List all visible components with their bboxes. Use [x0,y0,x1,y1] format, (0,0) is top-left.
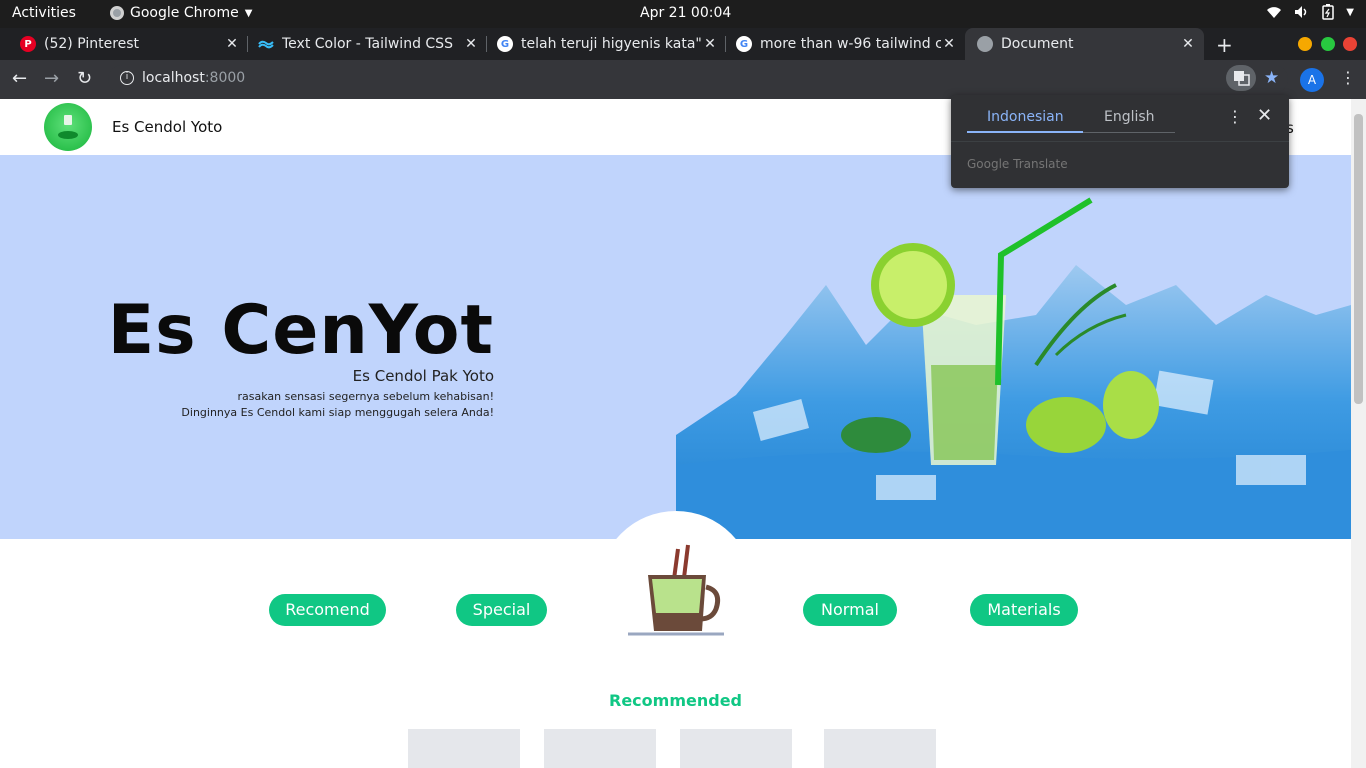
app-menu[interactable]: Google Chrome ▼ [110,5,252,21]
minimize-button[interactable] [1298,37,1312,51]
tab-document[interactable]: Document ✕ [965,28,1204,60]
product-card[interactable] [408,729,520,768]
clock[interactable]: Apr 21 00:04 [640,5,731,21]
chrome-menu-icon[interactable]: ⋮ [1340,68,1356,87]
tab-title: more than w-96 tailwind c [760,36,941,52]
web-page: Es Cendol Yoto s Es CenYot Es Cendol Pak… [0,99,1351,768]
back-icon[interactable]: ← [12,68,27,89]
close-icon[interactable]: ✕ [1180,36,1196,52]
globe-icon [977,36,993,52]
tab-strip: P (52) Pinterest ✕ Text Color - Tailwind… [0,28,1366,60]
tab-title: (52) Pinterest [44,36,140,52]
cendol-cup-icon [628,544,724,636]
active-tab-indicator [967,131,1083,133]
pinterest-icon: P [20,36,36,52]
tab-title: Text Color - Tailwind CSS [282,36,453,52]
recommended-heading: Recommended [609,691,742,710]
tab-title: Document [1001,36,1074,52]
url-host: localhost [142,70,205,86]
battery-icon [1322,4,1335,20]
translate-credit: Google Translate [967,157,1068,171]
bookmark-star-icon[interactable]: ★ [1264,68,1279,88]
scrollbar-thumb[interactable] [1354,114,1363,404]
more-options-icon[interactable]: ⋮ [1227,107,1243,126]
tab-google-search-2[interactable]: G more than w-96 tailwind c ✕ [716,28,965,60]
os-top-bar: Activities Google Chrome ▼ Apr 21 00:04 … [0,0,1366,28]
google-icon: G [736,36,752,52]
forward-icon[interactable]: → [44,68,59,89]
hero-subtitle: Es Cendol Pak Yoto [352,367,494,385]
site-brand[interactable]: Es Cendol Yoto [112,118,222,136]
hero-title: Es CenYot [107,291,494,370]
materials-button[interactable]: Materials [970,594,1078,626]
caret-down-icon: ▼ [1346,6,1354,18]
normal-button[interactable]: Normal [803,594,897,626]
system-tray[interactable]: ▼ [1266,4,1354,20]
translate-popup: Indonesian English ⋮ ✕ Google Translate [951,95,1289,188]
activities-button[interactable]: Activities [12,5,76,21]
url-port: :8000 [204,70,246,86]
reload-icon[interactable]: ↻ [77,68,92,89]
close-window-button[interactable] [1343,37,1357,51]
google-icon: G [497,36,513,52]
app-name: Google Chrome [130,5,239,21]
caret-down-icon: ▼ [244,7,253,19]
tab-divider [1083,132,1175,133]
address-bar[interactable]: i localhost:8000 [108,65,1288,93]
tab-title: telah teruji higyenis kata" [521,36,702,52]
profile-avatar[interactable]: A [1300,68,1324,92]
language-tab-source[interactable]: Indonesian [987,109,1064,125]
hero-image [676,155,1351,539]
translate-icon[interactable] [1226,65,1256,91]
chrome-icon [110,6,124,20]
maximize-button[interactable] [1321,37,1335,51]
product-card[interactable] [680,729,792,768]
recomend-button[interactable]: Recomend [269,594,386,626]
special-button[interactable]: Special [456,594,547,626]
navigation-bar: ← → ↻ i localhost:8000 [0,60,1366,99]
hero-tagline-2: Dinginnya Es Cendol kami siap menggugah … [181,406,494,419]
info-icon[interactable]: i [120,71,134,85]
tailwind-icon [258,36,274,52]
product-card[interactable] [824,729,936,768]
tab-google-search-1[interactable]: G telah teruji higyenis kata" ✕ [477,28,726,60]
page-scrollbar[interactable] [1351,99,1366,768]
volume-icon [1295,6,1307,18]
tab-pinterest[interactable]: P (52) Pinterest ✕ [0,28,248,60]
product-card[interactable] [544,729,656,768]
language-tab-target[interactable]: English [1104,109,1155,125]
url-text: localhost:8000 [142,70,245,86]
site-logo[interactable] [44,103,92,151]
popup-divider [951,141,1289,142]
new-tab-button[interactable]: + [1216,33,1233,57]
tab-tailwind[interactable]: Text Color - Tailwind CSS ✕ [238,28,487,60]
close-icon[interactable]: ✕ [1257,105,1272,126]
hero-tagline-1: rasakan sensasi segernya sebelum kehabis… [237,390,494,403]
close-icon[interactable]: ✕ [941,36,957,52]
hero-section: Es CenYot Es Cendol Pak Yoto rasakan sen… [0,155,1351,539]
wifi-icon [1267,7,1282,18]
